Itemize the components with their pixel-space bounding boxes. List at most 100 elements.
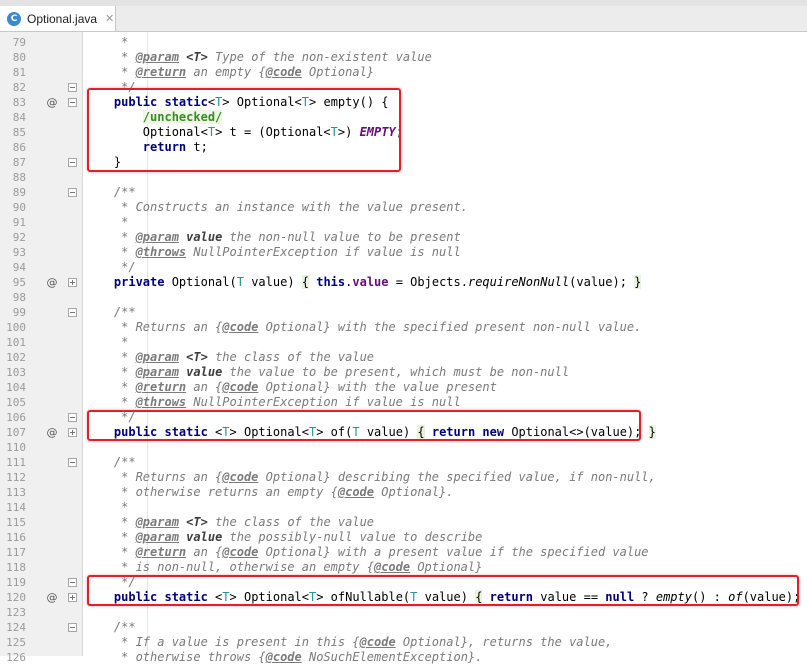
line-number: 95 bbox=[12, 276, 26, 289]
code-text: * @return an empty {@code Optional} bbox=[85, 65, 375, 79]
code-line[interactable]: 81 * @return an empty {@code Optional} bbox=[0, 65, 807, 80]
code-line[interactable]: 118 * is non-null, otherwise an empty {@… bbox=[0, 560, 807, 575]
highlight-empty-method bbox=[87, 88, 401, 172]
code-line[interactable]: 110 bbox=[0, 440, 807, 455]
line-number: 94 bbox=[12, 261, 26, 274]
code-line[interactable]: 98 bbox=[0, 290, 807, 305]
code-line[interactable]: 115 * @param <T> the class of the value bbox=[0, 515, 807, 530]
fold-collapse-icon[interactable] bbox=[68, 413, 77, 422]
fold-collapse-icon[interactable] bbox=[68, 158, 77, 167]
code-line[interactable]: 95 @ private Optional(T value) { this.val… bbox=[0, 275, 807, 290]
line-number: 81 bbox=[12, 66, 26, 79]
line-number: 105 bbox=[6, 396, 26, 409]
editor-tab-bar: C Optional.java ✕ bbox=[0, 6, 807, 32]
line-number: 111 bbox=[6, 456, 26, 469]
line-number: 89 bbox=[12, 186, 26, 199]
line-number: 93 bbox=[12, 246, 26, 259]
code-text: * @return an {@code Optional} with a pre… bbox=[85, 545, 649, 559]
override-marker-icon[interactable]: @ bbox=[46, 95, 58, 110]
code-line[interactable]: 102 * @param <T> the class of the value bbox=[0, 350, 807, 365]
code-line[interactable]: 103 * @param value the value to be prese… bbox=[0, 365, 807, 380]
code-line[interactable]: 112 * Returns an {@code Optional} descri… bbox=[0, 470, 807, 485]
override-marker-icon[interactable]: @ bbox=[46, 275, 58, 290]
code-line[interactable]: 114 * bbox=[0, 500, 807, 515]
code-text: * is non-null, otherwise an empty {@code… bbox=[85, 560, 483, 574]
fold-collapse-icon[interactable] bbox=[68, 188, 77, 197]
code-line[interactable]: 125 * If a value is present in this {@co… bbox=[0, 635, 807, 650]
fold-expand-icon[interactable] bbox=[68, 278, 77, 287]
code-text: * Constructs an instance with the value … bbox=[85, 200, 468, 214]
code-text: * @param value the non-null value to be … bbox=[85, 230, 461, 244]
override-marker-icon[interactable]: @ bbox=[46, 425, 58, 440]
line-number: 99 bbox=[12, 306, 26, 319]
code-line[interactable]: 123 bbox=[0, 605, 807, 620]
code-text: */ bbox=[85, 260, 136, 274]
code-text: /** bbox=[85, 455, 136, 469]
code-line[interactable]: 126 * otherwise throws {@code NoSuchElem… bbox=[0, 650, 807, 665]
code-line[interactable]: 111 /** bbox=[0, 455, 807, 470]
fold-collapse-icon[interactable] bbox=[68, 308, 77, 317]
code-editor[interactable]: 79 * 80 * @param <T> Type of the non-exis… bbox=[0, 32, 807, 664]
tab-optional-java[interactable]: C Optional.java ✕ bbox=[0, 6, 116, 31]
line-number: 98 bbox=[12, 291, 26, 304]
code-text: * Returns an {@code Optional} with the s… bbox=[85, 320, 642, 334]
fold-collapse-icon[interactable] bbox=[68, 623, 77, 632]
code-line[interactable]: 104 * @return an {@code Optional} with t… bbox=[0, 380, 807, 395]
code-text: * bbox=[85, 335, 129, 349]
line-number: 90 bbox=[12, 201, 26, 214]
fold-expand-icon[interactable] bbox=[68, 428, 77, 437]
code-line[interactable]: 79 * bbox=[0, 35, 807, 50]
code-text: private Optional(T value) { this.value =… bbox=[113, 275, 642, 289]
code-line[interactable]: 80 * @param <T> Type of the non-existent… bbox=[0, 50, 807, 65]
code-line[interactable]: 91 * bbox=[0, 215, 807, 230]
code-line[interactable]: 117 * @return an {@code Optional} with a… bbox=[0, 545, 807, 560]
code-line[interactable]: 92 * @param value the non-null value to … bbox=[0, 230, 807, 245]
code-text: * @param <T> the class of the value bbox=[85, 350, 375, 364]
line-number: 119 bbox=[6, 576, 26, 589]
code-text: * @param value the possibly-null value t… bbox=[85, 530, 483, 544]
line-number: 79 bbox=[12, 36, 26, 49]
fold-collapse-icon[interactable] bbox=[68, 578, 77, 587]
line-number: 100 bbox=[6, 321, 26, 334]
line-number: 110 bbox=[6, 441, 26, 454]
highlight-of-method bbox=[87, 410, 641, 441]
line-number: 115 bbox=[6, 516, 26, 529]
line-number: 123 bbox=[6, 606, 26, 619]
code-line[interactable]: 99 /** bbox=[0, 305, 807, 320]
code-line[interactable]: 116 * @param value the possibly-null val… bbox=[0, 530, 807, 545]
line-number: 86 bbox=[12, 141, 26, 154]
class-icon: C bbox=[7, 11, 21, 26]
code-text: * @throws NullPointerException if value … bbox=[85, 395, 461, 409]
code-line[interactable]: 93 * @throws NullPointerException if val… bbox=[0, 245, 807, 260]
code-line[interactable]: 89 /** bbox=[0, 185, 807, 200]
line-number: 124 bbox=[6, 621, 26, 634]
code-text: /** bbox=[85, 620, 136, 634]
line-number: 106 bbox=[6, 411, 26, 424]
line-number: 82 bbox=[12, 81, 26, 94]
code-line[interactable]: 113 * otherwise returns an empty {@code … bbox=[0, 485, 807, 500]
fold-collapse-icon[interactable] bbox=[68, 83, 77, 92]
fold-expand-icon[interactable] bbox=[68, 593, 77, 602]
line-number: 84 bbox=[12, 111, 26, 124]
code-text: /** bbox=[85, 305, 136, 319]
code-text: * bbox=[85, 35, 129, 49]
line-number: 116 bbox=[6, 531, 26, 544]
code-line[interactable]: 101 * bbox=[0, 335, 807, 350]
code-text: * Returns an {@code Optional} describing… bbox=[85, 470, 656, 484]
code-line[interactable]: 100 * Returns an {@code Optional} with t… bbox=[0, 320, 807, 335]
code-line[interactable]: 105 * @throws NullPointerException if va… bbox=[0, 395, 807, 410]
code-line[interactable]: 90 * Constructs an instance with the val… bbox=[0, 200, 807, 215]
code-line[interactable]: 94 */ bbox=[0, 260, 807, 275]
override-marker-icon[interactable]: @ bbox=[46, 590, 58, 605]
line-number: 120 bbox=[6, 591, 26, 604]
code-line[interactable]: 124 /** bbox=[0, 620, 807, 635]
line-number: 80 bbox=[12, 51, 26, 64]
line-number: 118 bbox=[6, 561, 26, 574]
line-number: 83 bbox=[12, 96, 26, 109]
code-line[interactable]: 88 bbox=[0, 170, 807, 185]
code-text: * If a value is present in this {@code O… bbox=[85, 635, 613, 649]
fold-collapse-icon[interactable] bbox=[68, 458, 77, 467]
close-icon[interactable]: ✕ bbox=[105, 12, 114, 25]
fold-collapse-icon[interactable] bbox=[68, 98, 77, 107]
code-text: * otherwise throws {@code NoSuchElementE… bbox=[85, 650, 483, 664]
